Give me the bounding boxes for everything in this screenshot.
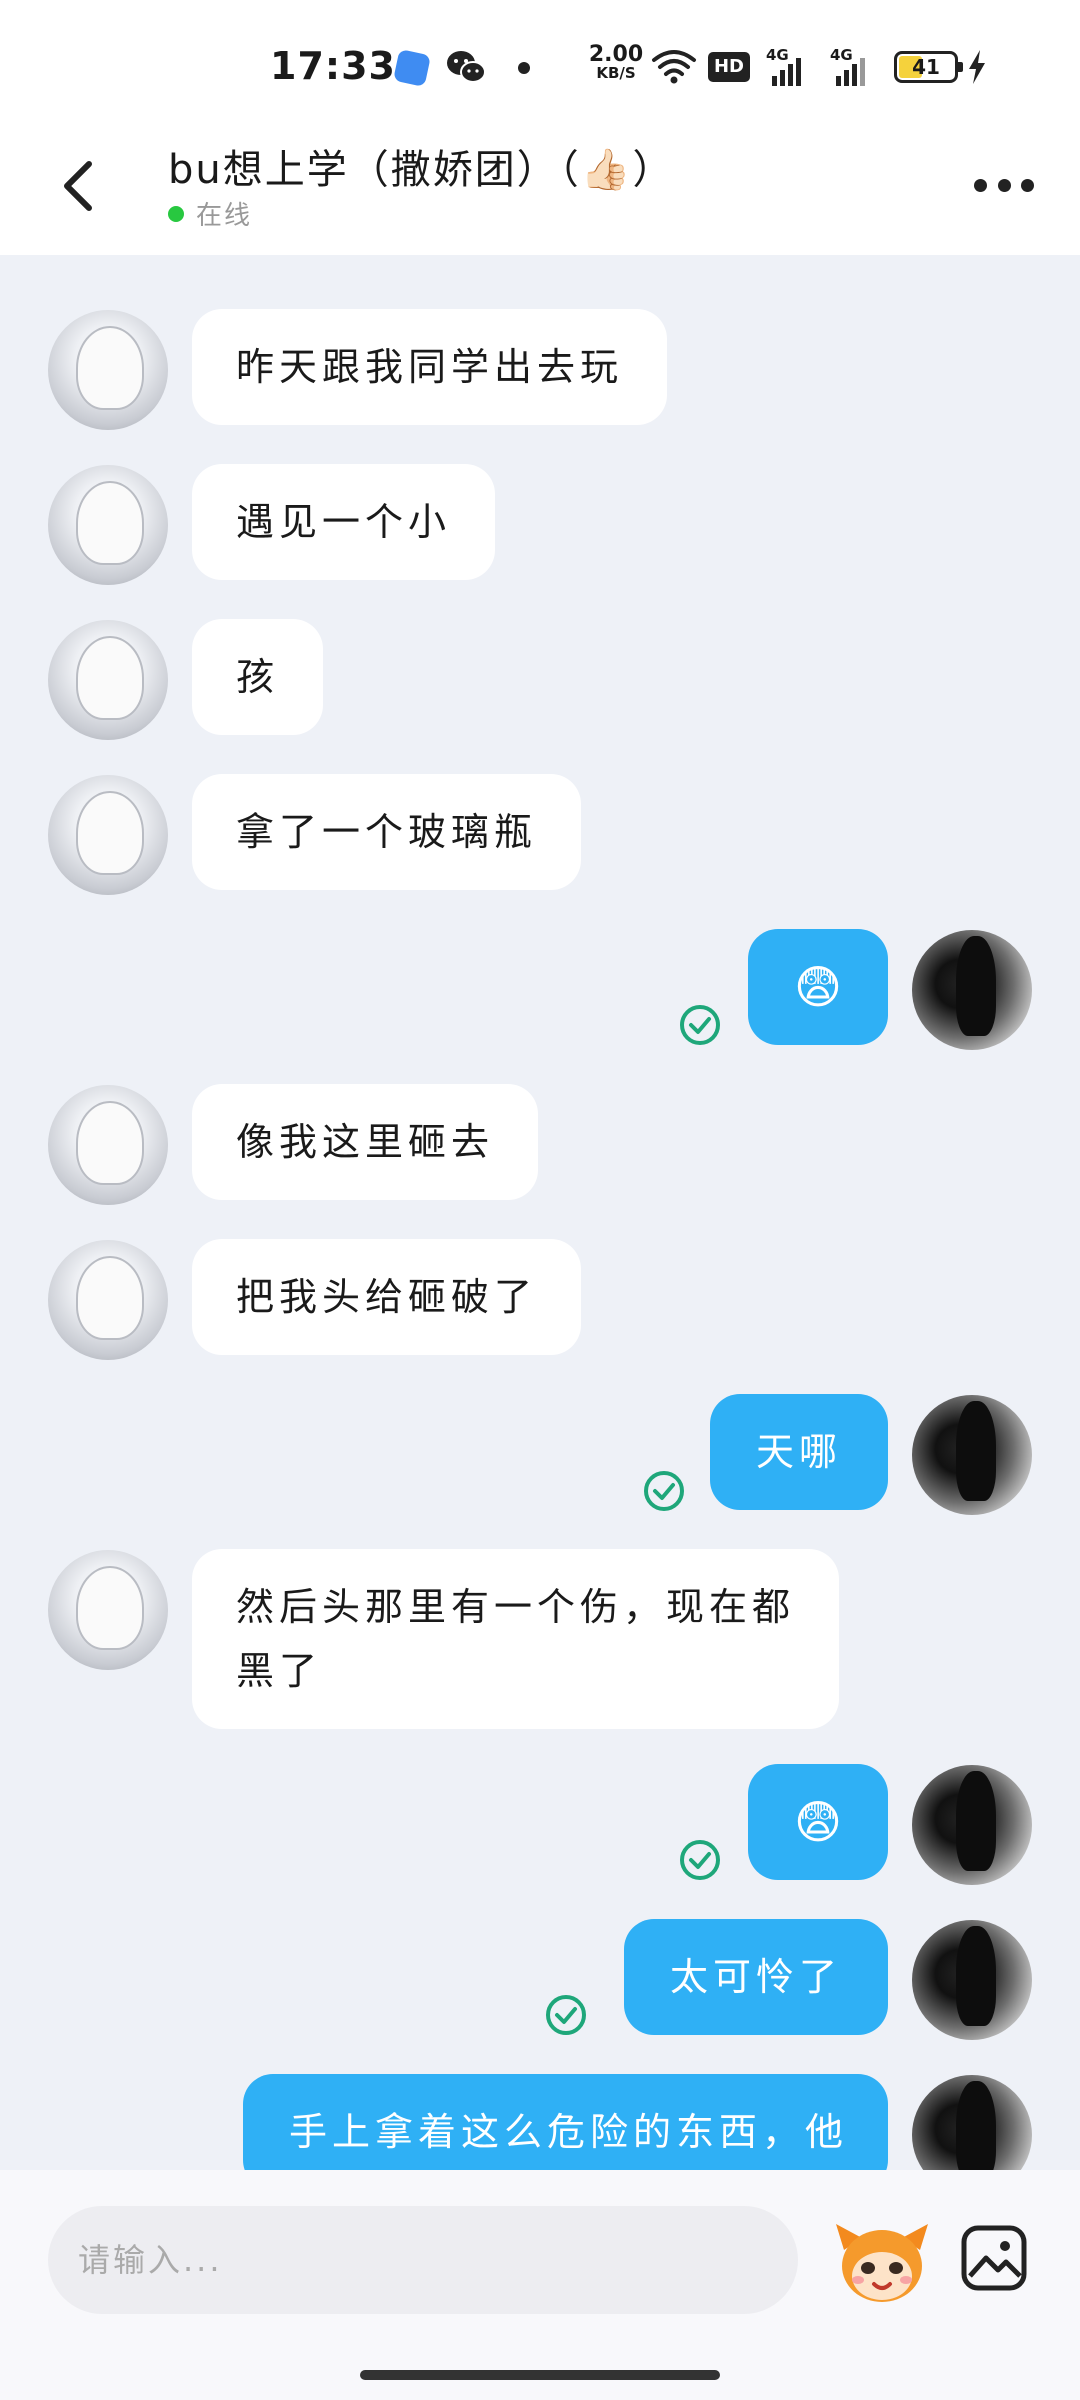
chat-title[interactable]: bu想上学（撒娇团）（👍🏻）	[168, 137, 675, 195]
status-time: 17:33	[270, 44, 396, 88]
contact-avatar[interactable]	[48, 1240, 168, 1360]
online-status-label: 在线	[196, 201, 253, 231]
outgoing-message[interactable]: 😨	[748, 929, 888, 1045]
outgoing-message[interactable]: 天哪	[709, 1394, 888, 1510]
app-notification-icon	[393, 49, 431, 87]
status-bar: 17:33 2.00 KB/S HD 4G 4G 41	[0, 0, 1080, 125]
contact-avatar[interactable]	[48, 775, 168, 895]
my-avatar[interactable]	[912, 2075, 1032, 2170]
incoming-message[interactable]: 昨天跟我同学出去玩	[192, 309, 668, 425]
gallery-icon[interactable]	[958, 2222, 1030, 2294]
message-list[interactable]: 昨天跟我同学出去玩 遇见一个小 孩 拿了一个玻璃瓶 😨 像我这里砸去 把我头给砸…	[0, 255, 1080, 2170]
hd-badge: HD	[708, 52, 750, 82]
contact-avatar[interactable]	[48, 310, 168, 430]
outgoing-message[interactable]: 😨	[748, 1764, 888, 1880]
incoming-message[interactable]: 孩	[192, 619, 324, 735]
read-check-icon	[546, 1995, 586, 2035]
more-icon[interactable]	[974, 175, 1034, 195]
signal-icon-1: 4G	[766, 46, 816, 86]
back-arrow-icon[interactable]	[55, 150, 105, 220]
contact-avatar[interactable]	[48, 1085, 168, 1205]
incoming-message[interactable]: 像我这里砸去	[192, 1084, 539, 1200]
read-check-icon	[680, 1840, 720, 1880]
contact-avatar[interactable]	[48, 1550, 168, 1670]
read-check-icon	[680, 1005, 720, 1045]
wechat-icon	[447, 51, 486, 83]
sticker-icon[interactable]	[832, 2210, 932, 2310]
outgoing-message[interactable]: 太可怜了	[623, 1919, 888, 2035]
network-speed: 2.00 KB/S	[588, 42, 644, 82]
charging-icon	[969, 50, 985, 84]
composer-bar: 请输入...	[0, 2170, 1080, 2400]
incoming-message[interactable]: 然后头那里有一个伤，现在都 黑了	[192, 1549, 840, 1729]
read-check-icon	[644, 1471, 684, 1511]
chat-header: bu想上学（撒娇团）（👍🏻） 在线	[0, 125, 1080, 255]
incoming-message[interactable]: 把我头给砸破了	[192, 1239, 582, 1355]
contact-avatar[interactable]	[48, 465, 168, 585]
message-line-1: 然后头那里有一个伤，现在都	[236, 1585, 796, 1629]
my-avatar[interactable]	[912, 930, 1032, 1050]
incoming-message[interactable]: 遇见一个小	[192, 464, 496, 580]
outgoing-message[interactable]: 手上拿着这么危险的东西，他	[242, 2074, 888, 2170]
message-input[interactable]: 请输入...	[48, 2206, 798, 2314]
battery-icon: 41	[894, 51, 963, 83]
notification-dot	[518, 62, 530, 74]
online-status: 在线	[168, 195, 252, 232]
message-line-2: 黑了	[236, 1649, 323, 1693]
contact-avatar[interactable]	[48, 620, 168, 740]
my-avatar[interactable]	[912, 1765, 1032, 1885]
my-avatar[interactable]	[912, 1395, 1032, 1515]
home-indicator[interactable]	[360, 2370, 720, 2380]
wifi-icon	[652, 50, 696, 84]
signal-icon-2: 4G	[830, 46, 880, 86]
incoming-message[interactable]: 拿了一个玻璃瓶	[192, 774, 582, 890]
my-avatar[interactable]	[912, 1920, 1032, 2040]
online-dot-icon	[168, 205, 184, 222]
